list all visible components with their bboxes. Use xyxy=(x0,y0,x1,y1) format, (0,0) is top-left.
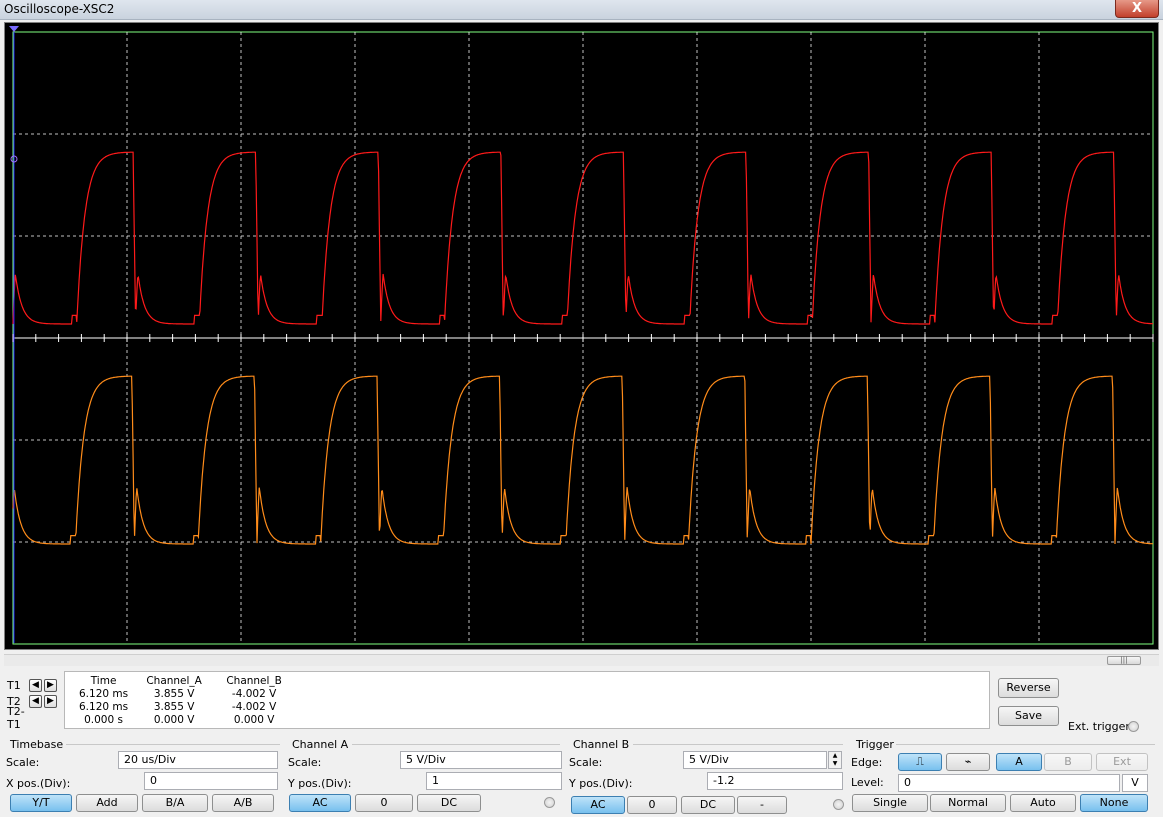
t2-left-arrow-icon[interactable]: ◀ xyxy=(29,694,42,708)
trigger-source-b-button[interactable]: B xyxy=(1044,753,1092,771)
trigger-auto-button[interactable]: Auto xyxy=(1010,794,1076,812)
title-bar[interactable]: Oscilloscope-XSC2 X xyxy=(0,0,1163,20)
b-over-a-button[interactable]: B/A xyxy=(142,794,208,812)
falling-edge-icon: ⌁ xyxy=(964,755,972,768)
trigger-level-field[interactable]: 0 xyxy=(898,774,1120,792)
readout-table: Time Channel_A Channel_B 6.120 ms 3.855 … xyxy=(73,674,294,726)
trigger-level-label: Level: xyxy=(851,776,884,789)
t1-right-arrow-icon[interactable]: ▶ xyxy=(44,678,57,692)
timebase-xpos-field[interactable]: 0 xyxy=(144,772,278,790)
readout-cell: 0.000 V xyxy=(153,713,195,726)
close-button[interactable]: X xyxy=(1115,0,1159,18)
channel-b-ac-button[interactable]: AC xyxy=(571,796,625,814)
trigger-title: Trigger xyxy=(856,738,894,751)
channel-b-zero-button[interactable]: 0 xyxy=(627,796,677,814)
timebase-scale-label: Scale: xyxy=(6,756,40,769)
readout-cell: 0.000 V xyxy=(233,713,275,726)
cursor-delta-label: T2-T1 xyxy=(7,705,25,731)
trigger-source-ext-button[interactable]: Ext xyxy=(1096,753,1148,771)
channel-a-title: Channel A xyxy=(292,738,349,751)
oscilloscope-screen xyxy=(4,22,1159,650)
a-over-b-button[interactable]: A/B xyxy=(212,794,274,812)
readout-cell: 6.120 ms xyxy=(79,700,129,713)
channel-b-minus-button[interactable]: - xyxy=(737,796,787,814)
ext-trigger-radio[interactable] xyxy=(1128,721,1139,732)
readout-header: Channel_B xyxy=(226,674,282,687)
scrollbar-thumb[interactable]: ||| xyxy=(1107,656,1141,665)
readout-cell: 3.855 V xyxy=(153,687,195,700)
channel-a-group: Channel A Scale: 5 V/Div Y pos.(Div): 1 … xyxy=(286,736,564,816)
trigger-group: Trigger Edge: ⎍ ⌁ A B Ext Level: 0 V Sin… xyxy=(850,736,1159,816)
timebase-scale-field[interactable]: 20 us/Div xyxy=(118,751,278,769)
channel-a-scale-label: Scale: xyxy=(288,756,322,769)
channel-b-scale-field[interactable]: 5 V/Div xyxy=(683,751,827,769)
add-button[interactable]: Add xyxy=(76,794,138,812)
readout-cell: 6.120 ms xyxy=(79,687,129,700)
yt-button[interactable]: Y/T xyxy=(10,794,72,812)
trigger-level-unit: V xyxy=(1122,774,1148,792)
channel-a-ac-button[interactable]: AC xyxy=(289,794,351,812)
channel-a-ypos-field[interactable]: 1 xyxy=(426,772,562,790)
channel-b-scale-label: Scale: xyxy=(569,756,603,769)
timebase-title: Timebase xyxy=(10,738,64,751)
ext-trigger-label: Ext. trigger xyxy=(1068,720,1130,733)
trigger-source-a-button[interactable]: A xyxy=(996,753,1042,771)
trigger-single-button[interactable]: Single xyxy=(852,794,928,812)
cursor-t1-label: T1 xyxy=(7,678,21,692)
trigger-normal-button[interactable]: Normal xyxy=(930,794,1006,812)
readout-cell: 0.000 s xyxy=(84,713,123,726)
t2-right-arrow-icon[interactable]: ▶ xyxy=(44,694,57,708)
trigger-edge-label: Edge: xyxy=(851,756,883,769)
measurement-readout: Time Channel_A Channel_B 6.120 ms 3.855 … xyxy=(64,671,990,729)
channel-b-radio[interactable] xyxy=(833,799,844,810)
waveform-display xyxy=(9,26,1154,645)
oscilloscope-window: Oscilloscope-XSC2 X ||| T1 ◀ ▶ T2 ◀ ▶ T2… xyxy=(0,0,1163,817)
channel-a-ypos-label: Y pos.(Div): xyxy=(288,777,352,790)
channel-b-ypos-label: Y pos.(Div): xyxy=(569,777,633,790)
falling-edge-button[interactable]: ⌁ xyxy=(946,753,990,771)
t1-left-arrow-icon[interactable]: ◀ xyxy=(29,678,42,692)
horizontal-scrollbar[interactable]: ||| xyxy=(4,654,1159,666)
rising-edge-icon: ⎍ xyxy=(916,755,924,768)
trigger-none-button[interactable]: None xyxy=(1080,794,1148,812)
channel-b-dc-button[interactable]: DC xyxy=(681,796,735,814)
channel-b-scale-spinner-icon[interactable]: ▲ ▼ xyxy=(828,751,842,769)
save-button[interactable]: Save xyxy=(998,706,1059,726)
channel-b-group: Channel B Scale: 5 V/Div ▲ ▼ Y pos.(Div):… xyxy=(567,736,847,816)
rising-edge-button[interactable]: ⎍ xyxy=(898,753,942,771)
cursor-t1-marker xyxy=(9,26,19,32)
channel-b-ypos-field[interactable]: -1.2 xyxy=(707,772,843,790)
channel-a-dc-button[interactable]: DC xyxy=(417,794,481,812)
readout-cell: -4.002 V xyxy=(231,700,277,713)
channel-b-title: Channel B xyxy=(573,738,630,751)
timebase-group: Timebase Scale: 20 us/Div X pos.(Div): 0… xyxy=(4,736,284,816)
reverse-button[interactable]: Reverse xyxy=(998,678,1059,698)
channel-a-scale-field[interactable]: 5 V/Div xyxy=(400,751,562,769)
timebase-xpos-label: X pos.(Div): xyxy=(6,777,71,790)
readout-header: Time xyxy=(90,674,117,687)
readout-cell: 3.855 V xyxy=(153,700,195,713)
channel-a-zero-button[interactable]: 0 xyxy=(355,794,413,812)
channel-a-radio[interactable] xyxy=(544,797,555,808)
window-title: Oscilloscope-XSC2 xyxy=(4,2,115,16)
cursor-controls: T1 ◀ ▶ T2 ◀ ▶ T2-T1 xyxy=(4,670,64,731)
readout-cell: -4.002 V xyxy=(231,687,277,700)
readout-header: Channel_A xyxy=(146,674,202,687)
